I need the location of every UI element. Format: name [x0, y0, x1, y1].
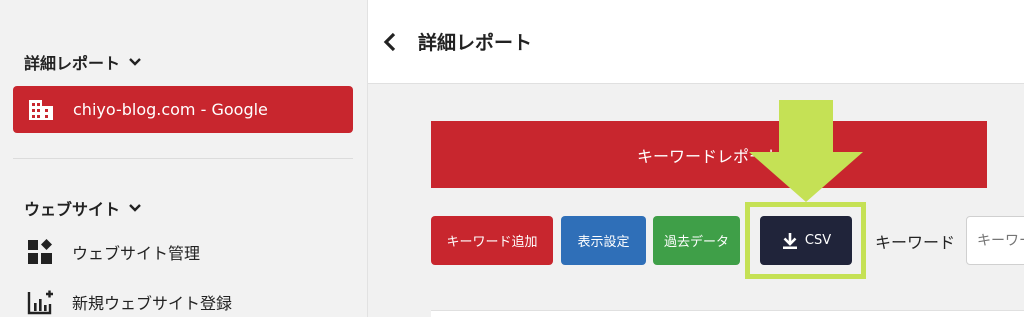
sidebar-item-label: chiyo-blog.com - Google	[73, 100, 268, 119]
keyword-search-input[interactable]	[966, 216, 1024, 265]
dashboard-icon	[28, 239, 52, 264]
keyword-label: キーワード	[875, 233, 956, 252]
past-data-button[interactable]: 過去データ	[653, 216, 740, 265]
annotation-arrow-icon	[749, 100, 863, 202]
content-card	[431, 310, 1024, 317]
keyword-report-banner[interactable]: キーワードレポート	[431, 121, 987, 188]
sidebar-item-label: ウェブサイト管理	[72, 244, 201, 263]
page-title: 詳細レポート	[418, 32, 533, 54]
building-icon	[29, 99, 53, 120]
section-title: 詳細レポート	[24, 54, 121, 73]
sidebar-item-site-google[interactable]: chiyo-blog.com - Google	[13, 86, 353, 133]
download-icon	[782, 232, 797, 249]
chevron-down-icon	[129, 58, 141, 66]
sidebar-item-label: 新規ウェブサイト登録	[72, 294, 233, 313]
csv-download-button[interactable]: CSV	[760, 216, 852, 265]
add-keyword-button[interactable]: キーワード追加	[431, 216, 553, 265]
section-title: ウェブサイト	[24, 200, 121, 219]
display-settings-button[interactable]: 表示設定	[561, 216, 646, 265]
sidebar: 詳細レポート chiyo-blog.com - Google ウェブサイト ウェ…	[0, 0, 368, 317]
section-detail-report-toggle[interactable]: 詳細レポート	[24, 50, 142, 74]
page-header: 詳細レポート	[368, 0, 1024, 84]
sidebar-item-website-manage[interactable]: ウェブサイト管理	[26, 238, 200, 266]
main-content: キーワードレポート キーワード追加 表示設定 過去データ CSV キーワード	[368, 85, 1024, 317]
sidebar-item-website-register[interactable]: 新規ウェブサイト登録	[26, 288, 232, 316]
csv-label: CSV	[804, 233, 832, 248]
chevron-down-icon	[129, 204, 141, 212]
add-chart-icon	[27, 290, 53, 315]
chevron-left-icon[interactable]	[382, 31, 398, 53]
divider	[13, 158, 353, 159]
section-website-toggle[interactable]: ウェブサイト	[24, 196, 142, 220]
